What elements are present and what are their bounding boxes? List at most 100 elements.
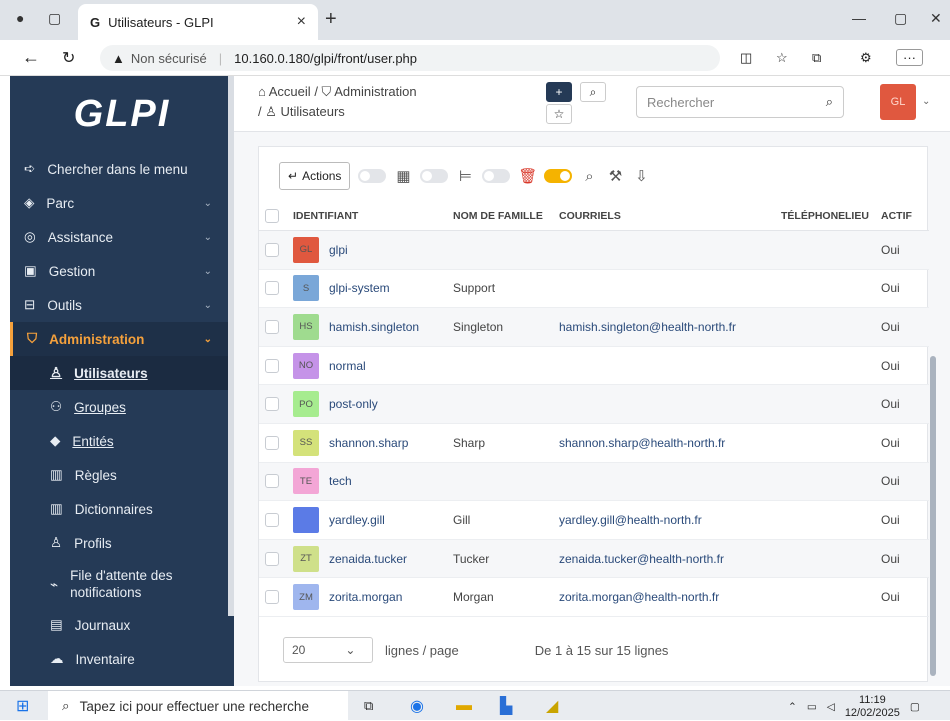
reload-icon[interactable]: ↻ xyxy=(62,48,75,68)
col-nom[interactable]: NOM DE FAMILLE xyxy=(453,210,559,222)
row-checkbox[interactable] xyxy=(265,512,279,527)
browser-tab[interactable]: G Utilisateurs - GLPI × xyxy=(78,4,318,40)
sidebar-item-assistance[interactable]: ◎ Assistance ⌄ xyxy=(10,220,234,254)
row-checkbox[interactable] xyxy=(265,435,279,450)
user-login-link[interactable]: zorita.morgan xyxy=(329,590,402,604)
chevron-down-icon[interactable]: ⌄ xyxy=(922,96,930,107)
sidebar-subitem-inventaire[interactable]: ☁ Inventaire xyxy=(10,642,234,676)
extensions-icon[interactable]: ⚙ xyxy=(860,50,872,66)
avatar[interactable]: GL xyxy=(880,84,916,120)
table-row[interactable]: TE tech Oui xyxy=(259,462,929,502)
edge-icon[interactable]: ◉ xyxy=(410,696,424,716)
user-login-link[interactable]: glpi-system xyxy=(329,281,390,295)
sidebar-subitem-profils[interactable]: ♙ Profils xyxy=(10,526,234,560)
user-login-link[interactable]: normal xyxy=(329,359,366,373)
bookmark-icon[interactable]: ☆ xyxy=(546,104,572,124)
clock[interactable]: 11:19 12/02/2025 xyxy=(845,694,900,720)
breadcrumb-home[interactable]: Accueil xyxy=(269,84,311,99)
row-checkbox[interactable] xyxy=(265,551,279,566)
sidebar-subitem-entites[interactable]: ◆ Entités xyxy=(10,424,234,458)
search-toggle-icon[interactable]: ⌕ xyxy=(580,82,606,102)
breadcrumb-admin[interactable]: Administration xyxy=(334,84,416,99)
col-actif[interactable]: ACTIF xyxy=(881,210,917,222)
table-row[interactable]: PO post-only Oui xyxy=(259,385,929,424)
sidebar-subitem-regles[interactable]: ▥ Règles xyxy=(10,458,234,492)
sidebar-subitem-groupes[interactable]: ⚇ Groupes xyxy=(10,390,234,424)
toggle-tree[interactable] xyxy=(420,169,449,183)
global-search-input[interactable]: Rechercher ⌕ xyxy=(636,86,844,118)
user-login-link[interactable]: shannon.sharp xyxy=(329,436,408,450)
volume-icon[interactable]: ◁ xyxy=(827,701,835,713)
tab-actions-icon[interactable]: ▢ xyxy=(48,10,61,27)
col-telephone[interactable]: TÉLÉPHONE xyxy=(781,210,845,222)
table-row[interactable]: NO normal Oui xyxy=(259,347,929,386)
actions-button[interactable]: ↵ Actions xyxy=(279,162,351,190)
task-view-icon[interactable]: ⧉ xyxy=(364,698,373,714)
windows-start-icon[interactable]: ⊞ xyxy=(16,696,29,716)
sidebar-subitem-dictionnaires[interactable]: ▥ Dictionnaires xyxy=(10,492,234,526)
sidebar-item-parc[interactable]: ◈ Parc ⌄ xyxy=(10,186,234,220)
row-checkbox[interactable] xyxy=(265,590,279,605)
sidebar-subitem-utilisateurs[interactable]: ♙ Utilisateurs xyxy=(10,356,234,390)
chevron-up-icon[interactable]: ⌃ xyxy=(788,701,797,713)
row-checkbox[interactable] xyxy=(265,319,279,334)
sidebar-item-administration[interactable]: ⛉ Administration ⌄ xyxy=(10,322,234,356)
more-options-icon[interactable]: ··· xyxy=(896,49,923,66)
window-close-icon[interactable]: ✕ xyxy=(930,10,942,27)
row-checkbox[interactable] xyxy=(265,397,279,412)
sidebar-item-gestion[interactable]: ▣ Gestion ⌄ xyxy=(10,254,234,288)
user-login-link[interactable]: glpi xyxy=(329,243,348,257)
user-login-link[interactable]: zenaida.tucker xyxy=(329,552,407,566)
table-row[interactable]: SS shannon.sharp Sharp shannon.sharp@health… xyxy=(259,424,929,463)
user-login-link[interactable]: hamish.singleton xyxy=(329,320,419,334)
row-checkbox[interactable] xyxy=(265,242,279,257)
user-login-link[interactable]: tech xyxy=(329,474,352,488)
back-icon[interactable]: ← xyxy=(22,47,40,68)
row-checkbox[interactable] xyxy=(265,474,279,489)
glpi-logo[interactable]: GLPI xyxy=(10,76,234,152)
sidebar-subitem-notifications[interactable]: ⌁ File d'attente des notifications xyxy=(10,560,234,608)
toggle-trash[interactable] xyxy=(482,169,511,183)
toggle-map[interactable] xyxy=(358,169,387,183)
main-scrollbar-thumb[interactable] xyxy=(930,356,936,676)
notifications-icon[interactable]: ▢ xyxy=(910,701,920,713)
row-checkbox[interactable] xyxy=(265,281,279,296)
col-lieu[interactable]: LIEU xyxy=(845,210,881,222)
map-icon[interactable]: ▦ xyxy=(394,167,412,185)
search-icon[interactable]: ⌕ xyxy=(580,168,598,185)
table-row[interactable]: GL glpi Oui xyxy=(259,231,929,270)
table-row[interactable]: Sglpi-system Support Oui xyxy=(259,270,929,309)
sidebar-subitem-journaux[interactable]: ▤ Journaux xyxy=(10,608,234,642)
profile-icon[interactable]: ● xyxy=(16,10,24,26)
collections-icon[interactable]: ⧉ xyxy=(812,50,821,66)
url-field[interactable]: ▲ Non sécurisé | 10.160.0.180/glpi/front… xyxy=(100,45,720,71)
taskbar-search[interactable]: ⌕ Tapez ici pour effectuer une recherche xyxy=(48,691,348,721)
split-screen-icon[interactable]: ◫ xyxy=(740,50,752,66)
toggle-search[interactable] xyxy=(544,169,573,183)
table-row[interactable]: HS hamish.singleton Singleton hamish.single… xyxy=(259,308,929,347)
sidebar-item-search-menu[interactable]: ➪ Chercher dans le menu xyxy=(10,152,234,186)
user-login-link[interactable]: post-only xyxy=(329,397,378,411)
wrench-icon[interactable]: ⚒ xyxy=(606,167,624,185)
col-identifiant[interactable]: IDENTIFIANT xyxy=(293,210,453,222)
table-row[interactable]: yardley.gill Gill yardley.gill@health-nort… xyxy=(259,501,929,540)
file-explorer-icon[interactable]: ▬ xyxy=(456,697,472,715)
row-checkbox[interactable] xyxy=(265,358,279,373)
search-icon[interactable]: ⌕ xyxy=(826,94,833,110)
trash-icon[interactable]: 🗑 xyxy=(518,167,537,185)
app-icon[interactable]: ◢ xyxy=(546,696,558,716)
main-scrollbar[interactable] xyxy=(930,156,936,676)
per-page-select[interactable]: 20 ⌄ xyxy=(283,637,373,663)
network-app-icon[interactable]: ▙ xyxy=(500,696,512,716)
tab-close-icon[interactable]: × xyxy=(297,13,306,31)
restore-icon[interactable]: ▢ xyxy=(894,10,907,27)
user-login-link[interactable]: yardley.gill xyxy=(329,513,385,527)
network-icon[interactable]: ▭ xyxy=(807,701,817,713)
export-icon[interactable]: ⇩ xyxy=(632,167,650,185)
tree-icon[interactable]: ⊨ xyxy=(456,167,474,185)
sidebar-item-outils[interactable]: ⊟ Outils ⌄ xyxy=(10,288,234,322)
table-row[interactable]: ZM zorita.morgan Morgan zorita.morgan@healt… xyxy=(259,578,929,617)
select-all-checkbox[interactable] xyxy=(265,208,279,223)
table-row[interactable]: ZT zenaida.tucker Tucker zenaida.tucker@hea… xyxy=(259,539,929,579)
favorites-icon[interactable]: ☆ xyxy=(776,50,788,66)
